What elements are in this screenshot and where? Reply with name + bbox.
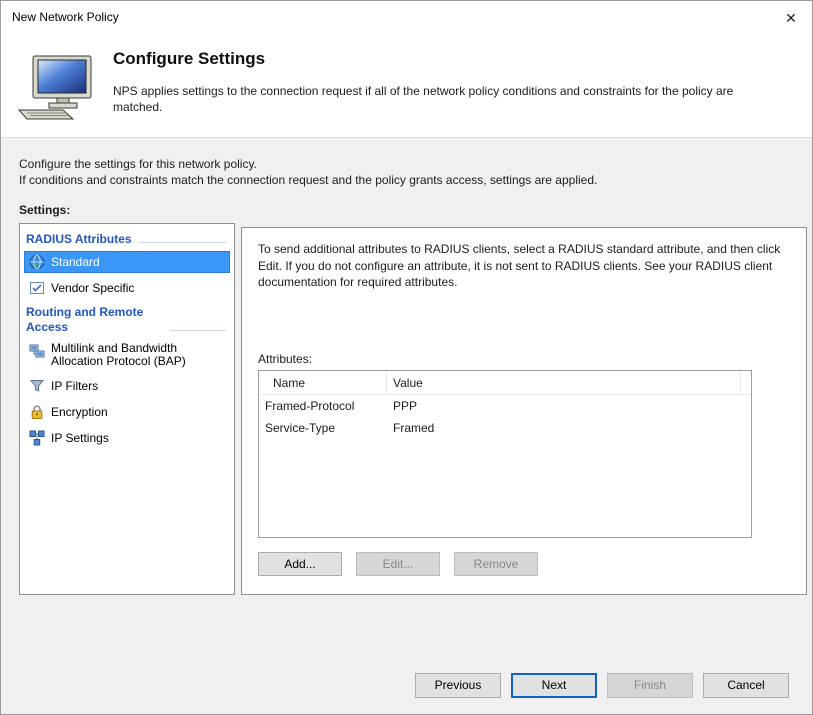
padlock-icon <box>29 404 45 420</box>
group-label: Routing and Remote Access <box>26 305 164 335</box>
sidebar-item-label: IP Filters <box>51 379 98 393</box>
column-header-name[interactable]: Name <box>259 371 387 394</box>
sidebar-item-label: IP Settings <box>51 431 109 445</box>
sidebar-item-encryption[interactable]: Encryption <box>24 401 230 423</box>
sidebar-item-ip-settings[interactable]: IP Settings <box>24 427 230 449</box>
sidebar-item-standard[interactable]: Standard <box>24 251 230 273</box>
attributes-table: Name Value Framed-Protocol PPP Service-T… <box>258 370 752 538</box>
cell-value: PPP <box>387 399 751 413</box>
network-nodes-icon <box>29 430 45 446</box>
sidebar-item-multilink-bap[interactable]: Multilink and Bandwidth Allocation Proto… <box>24 339 230 371</box>
finish-button: Finish <box>607 673 693 698</box>
attribute-actions: Add... Edit... Remove <box>258 552 538 576</box>
description-line2: matched. <box>113 99 811 115</box>
settings-sidebar: RADIUS Attributes Standard <box>19 223 235 595</box>
sidebar-item-label: Multilink and Bandwidth Allocation Proto… <box>51 342 201 368</box>
sidebar-item-label: Standard <box>51 255 100 269</box>
column-header-spacer <box>741 371 751 394</box>
table-row[interactable]: Service-Type Framed <box>259 417 751 439</box>
group-label: RADIUS Attributes <box>26 232 132 247</box>
sidebar-item-vendor-specific[interactable]: Vendor Specific <box>24 277 230 299</box>
add-button[interactable]: Add... <box>258 552 342 576</box>
intro-line1: Configure the settings for this network … <box>19 157 257 171</box>
edit-button: Edit... <box>356 552 440 576</box>
cell-name: Service-Type <box>259 421 387 435</box>
sidebar-item-label: Encryption <box>51 405 108 419</box>
sidebar-group-radius-attributes: RADIUS Attributes <box>26 232 228 247</box>
cancel-button[interactable]: Cancel <box>703 673 789 698</box>
group-rule <box>138 242 226 243</box>
checklist-icon <box>29 280 45 296</box>
sidebar-item-ip-filters[interactable]: IP Filters <box>24 375 230 397</box>
standard-attributes-panel: To send additional attributes to RADIUS … <box>241 227 807 595</box>
remove-button: Remove <box>454 552 538 576</box>
description-line1: NPS applies settings to the connection r… <box>113 83 811 99</box>
close-icon[interactable]: ✕ <box>780 7 802 29</box>
intro-line2: If conditions and constraints match the … <box>19 173 597 187</box>
page-title: Configure Settings <box>113 49 265 69</box>
group-rule <box>170 330 226 331</box>
previous-button[interactable]: Previous <box>415 673 501 698</box>
cell-name: Framed-Protocol <box>259 399 387 413</box>
globe-icon <box>29 254 45 270</box>
wizard-header: Configure Settings NPS applies settings … <box>1 33 812 138</box>
panel-description: To send additional attributes to RADIUS … <box>258 241 796 291</box>
table-header: Name Value <box>259 371 751 395</box>
computer-icon <box>17 55 99 121</box>
window-title: New Network Policy <box>12 10 119 24</box>
new-network-policy-dialog: New Network Policy ✕ <box>0 0 813 715</box>
table-row[interactable]: Framed-Protocol PPP <box>259 395 751 417</box>
funnel-icon <box>29 378 45 394</box>
sidebar-item-label: Vendor Specific <box>51 281 134 295</box>
next-button[interactable]: Next <box>511 673 597 698</box>
attributes-label: Attributes: <box>258 352 312 366</box>
titlebar[interactable]: New Network Policy ✕ <box>1 1 812 33</box>
column-header-value[interactable]: Value <box>387 371 741 394</box>
page-description: NPS applies settings to the connection r… <box>113 83 811 115</box>
sidebar-group-routing-remote-access: Routing and Remote Access <box>26 305 228 335</box>
cell-value: Framed <box>387 421 751 435</box>
settings-label: Settings: <box>19 203 70 217</box>
computers-icon <box>29 343 45 359</box>
